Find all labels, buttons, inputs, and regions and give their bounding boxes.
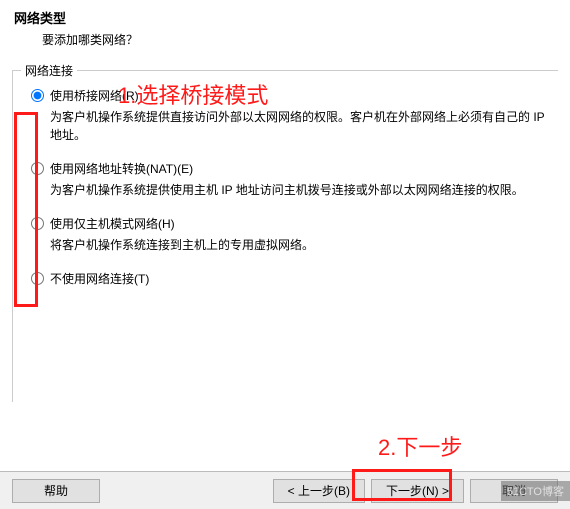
fieldset-legend: 网络连接 — [21, 62, 77, 79]
radio-hostonly-desc: 将客户机操作系统连接到主机上的专用虚拟网络。 — [50, 236, 548, 254]
back-button[interactable]: < 上一步(B) — [273, 479, 365, 503]
radio-nat-label: 使用网络地址转换(NAT)(E) — [50, 160, 193, 177]
annotation-step2-text: 2.下一步 — [378, 430, 462, 462]
next-button[interactable]: 下一步(N) > — [371, 479, 464, 503]
radio-hostonly[interactable] — [31, 217, 44, 230]
option-bridged: 使用桥接网络(R) 为客户机操作系统提供直接访问外部以太网网络的权限。客户机在外… — [31, 87, 548, 144]
option-nat: 使用网络地址转换(NAT)(E) 为客户机操作系统提供使用主机 IP 地址访问主… — [31, 160, 548, 199]
button-bar: 帮助 < 上一步(B) 下一步(N) > 取消 — [0, 471, 570, 509]
radio-nat[interactable] — [31, 162, 44, 175]
help-button[interactable]: 帮助 — [12, 479, 100, 503]
option-bridged-row[interactable]: 使用桥接网络(R) — [31, 87, 548, 104]
page-subtitle: 要添加哪类网络？ — [14, 31, 556, 48]
cancel-button[interactable]: 取消 — [470, 479, 558, 503]
network-connection-fieldset: 网络连接 使用桥接网络(R) 为客户机操作系统提供直接访问外部以太网网络的权限。… — [12, 70, 558, 402]
radio-bridged-desc: 为客户机操作系统提供直接访问外部以太网网络的权限。客户机在外部网络上必须有自己的… — [50, 108, 548, 144]
option-hostonly-row[interactable]: 使用仅主机模式网络(H) — [31, 215, 548, 232]
option-hostonly: 使用仅主机模式网络(H) 将客户机操作系统连接到主机上的专用虚拟网络。 — [31, 215, 548, 254]
radio-hostonly-label: 使用仅主机模式网络(H) — [50, 215, 175, 232]
option-none-row[interactable]: 不使用网络连接(T) — [31, 270, 548, 287]
page-title: 网络类型 — [14, 8, 556, 27]
radio-none[interactable] — [31, 272, 44, 285]
radio-none-label: 不使用网络连接(T) — [50, 270, 149, 287]
radio-bridged-label: 使用桥接网络(R) — [50, 87, 139, 104]
radio-nat-desc: 为客户机操作系统提供使用主机 IP 地址访问主机拨号连接或外部以太网网络连接的权… — [50, 181, 548, 199]
option-nat-row[interactable]: 使用网络地址转换(NAT)(E) — [31, 160, 548, 177]
page-header: 网络类型 要添加哪类网络？ — [0, 0, 570, 52]
option-none: 不使用网络连接(T) — [31, 270, 548, 287]
radio-bridged[interactable] — [31, 89, 44, 102]
